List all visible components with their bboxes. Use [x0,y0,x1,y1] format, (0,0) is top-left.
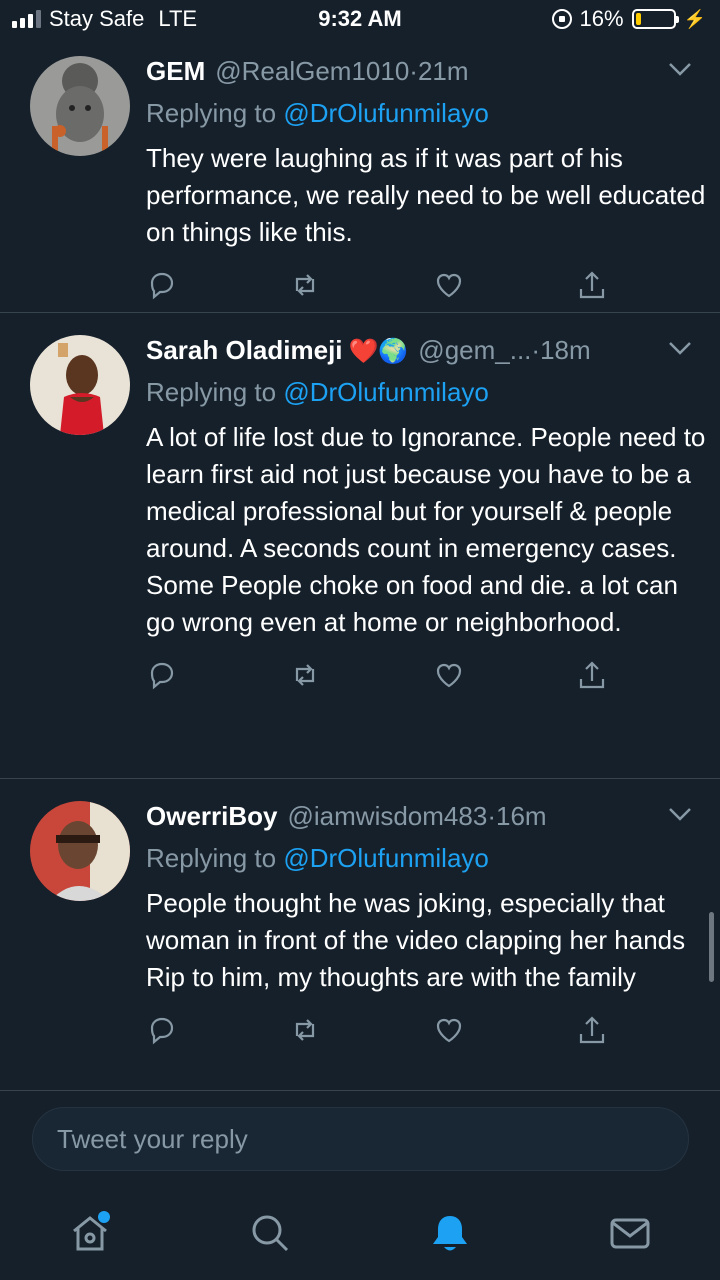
tweet-time: 18m [540,335,591,365]
separator-dot: · [531,335,541,365]
share-icon[interactable] [576,269,608,301]
replying-prefix: Replying to [146,98,284,128]
tweet-text: A lot of life lost due to Ignorance. Peo… [146,422,706,637]
search-icon [252,1215,289,1252]
replying-prefix: Replying to [146,377,284,407]
new-content-dot [98,1211,110,1223]
notifications-icon [433,1216,467,1251]
like-icon[interactable] [433,659,465,691]
tab-messages[interactable] [600,1203,660,1263]
tweet-time: 21m [417,56,469,86]
retweet-icon[interactable] [289,1014,321,1046]
orientation-lock-icon [551,9,572,29]
avatar[interactable] [30,335,130,435]
status-bar-left: Stay Safe LTE [12,6,197,32]
replying-to: Replying to @DrOlufunmilayo [146,373,700,411]
tweet-header: OwerriBoy @iamwisdom483 · 16m [146,801,700,839]
display-name[interactable]: Sarah Oladimeji [146,335,343,366]
retweet-icon[interactable] [289,269,321,301]
display-name[interactable]: OwerriBoy [146,801,278,832]
status-bar: Stay Safe LTE 9:32 AM 16% ⚡ [0,0,720,40]
tweet-actions [146,251,608,317]
reply-icon[interactable] [146,659,178,691]
avatar[interactable] [30,801,130,901]
chevron-down-icon[interactable] [668,62,692,81]
tweet-time: 16m [495,801,547,831]
tab-home[interactable] [60,1203,120,1263]
mention-link[interactable]: @DrOlufunmilayo [283,98,489,128]
user-handle[interactable]: @gem_... [418,335,531,366]
like-icon[interactable] [433,269,465,301]
messages-icon [610,1218,650,1249]
reply-tweet[interactable]: GEM @RealGem1010 · 21m Replying to @DrOl… [0,40,720,313]
tweet-header: GEM @RealGem1010 · 21m [146,56,700,94]
share-icon[interactable] [576,659,608,691]
user-handle[interactable]: @RealGem1010 [215,56,409,87]
avatar[interactable] [30,56,130,156]
signal-strength-icon [12,10,41,28]
chevron-down-icon[interactable] [668,341,692,360]
tab-bar [0,1186,720,1280]
display-name[interactable]: GEM [146,56,205,87]
chevron-down-icon[interactable] [668,807,692,826]
reply-icon[interactable] [146,269,178,301]
scrollbar[interactable] [709,912,714,982]
carrier-name: Stay Safe [49,6,145,31]
replies-feed[interactable]: GEM @RealGem1010 · 21m Replying to @DrOl… [0,40,720,1090]
separator-dot: · [409,56,418,86]
reply-input[interactable]: Tweet your reply [32,1107,689,1171]
tweet-actions [146,641,608,707]
tweet-actions [146,996,608,1062]
user-handle[interactable]: @iamwisdom483 [288,801,488,832]
tweet-text: People thought he was joking, especially… [146,888,686,992]
reply-tweet[interactable]: OwerriBoy @iamwisdom483 · 16m Replying t… [0,779,720,1090]
mention-link[interactable]: @DrOlufunmilayo [283,377,489,407]
network-type: LTE [158,6,198,31]
status-bar-right: 16% ⚡ [551,6,706,32]
reply-tweet[interactable]: Sarah Oladimeji ❤️🌍 @gem_... · 18m Reply… [0,313,720,779]
tweet-text: They were laughing as if it was part of … [146,143,706,247]
separator-dot: · [487,801,496,831]
retweet-icon[interactable] [289,659,321,691]
battery-icon [631,9,679,29]
like-icon[interactable] [433,1014,465,1046]
battery-percent: 16% [579,6,624,31]
tab-search[interactable] [240,1203,300,1263]
reply-icon[interactable] [146,1014,178,1046]
reply-bar: Tweet your reply [0,1090,720,1186]
replying-to: Replying to @DrOlufunmilayo [146,94,700,132]
charging-bolt-icon: ⚡ [683,8,706,29]
tweet-header: Sarah Oladimeji ❤️🌍 @gem_... · 18m [146,335,700,373]
replying-to: Replying to @DrOlufunmilayo [146,839,700,877]
battery-fill [635,13,642,25]
share-icon[interactable] [576,1014,608,1046]
mention-link[interactable]: @DrOlufunmilayo [283,843,489,873]
tab-notifications[interactable] [420,1203,480,1263]
name-emoji: ❤️🌍 [348,338,409,365]
replying-prefix: Replying to [146,843,284,873]
